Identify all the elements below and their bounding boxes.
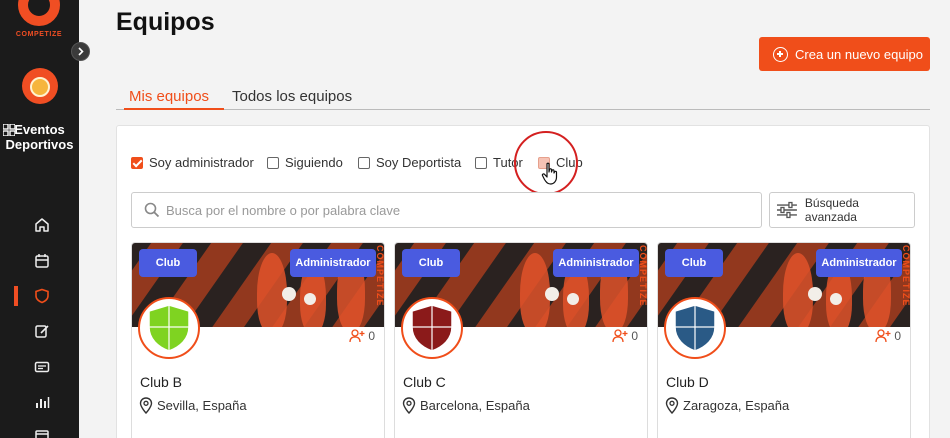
team-location: Barcelona, España: [402, 397, 530, 414]
tab-all-teams[interactable]: Todos los equipos: [232, 88, 352, 105]
location-pin-icon: [665, 397, 679, 414]
medal-icon[interactable]: [22, 68, 58, 104]
team-members-count: 0: [349, 329, 375, 343]
team-members-value: 0: [894, 329, 901, 343]
advanced-search-button[interactable]: Búsqueda avanzada: [769, 192, 915, 228]
team-location: Zaragoza, España: [665, 397, 789, 414]
filter-athlete[interactable]: Soy Deportista: [358, 155, 461, 170]
team-members-count: 0: [875, 329, 901, 343]
plus-circle-icon: [773, 46, 788, 62]
bar-chart-icon[interactable]: [34, 394, 50, 410]
team-crest: [664, 297, 726, 359]
shield-icon[interactable]: [34, 288, 50, 304]
document-icon[interactable]: [34, 430, 50, 438]
team-members-value: 0: [631, 329, 638, 343]
team-location-text: Barcelona, España: [420, 398, 530, 413]
team-card[interactable]: COMPETIZE Club Administrador 0: [657, 242, 911, 438]
search-icon: [144, 202, 160, 218]
active-tab-underline: [124, 108, 224, 110]
search-input[interactable]: Busca por el nombre o por palabra clave: [131, 192, 762, 228]
add-user-icon: [612, 329, 628, 343]
team-members-value: 0: [368, 329, 375, 343]
tabs: Mis equipos Todos los equipos: [116, 88, 930, 110]
create-team-button[interactable]: Crea un nuevo equipo: [759, 37, 930, 71]
team-card[interactable]: COMPETIZE Club Administrador 0: [131, 242, 385, 438]
active-nav-indicator: [14, 286, 18, 306]
events-section-label[interactable]: Eventos Deportivos: [0, 122, 79, 152]
team-name[interactable]: Club D: [666, 374, 709, 390]
page-title: Equipos: [116, 8, 215, 36]
team-location: Sevilla, España: [139, 397, 247, 414]
banner-brand-text: COMPETIZE: [375, 245, 385, 307]
team-role-badge: Administrador: [816, 249, 902, 277]
tab-my-teams[interactable]: Mis equipos: [129, 88, 209, 105]
logo-ring: [18, 0, 60, 26]
filter-following-label: Siguiendo: [285, 155, 343, 170]
location-pin-icon: [402, 397, 416, 414]
hand-cursor-icon: [541, 162, 558, 185]
team-crest: [401, 297, 463, 359]
sidebar: COMPETIZE Eventos Deportivos: [0, 0, 79, 438]
search-placeholder: Busca por el nombre o por palabra clave: [166, 202, 401, 218]
team-members-count: 0: [612, 329, 638, 343]
id-card-icon[interactable]: [34, 359, 50, 375]
logo-text: COMPETIZE: [15, 31, 63, 38]
team-location-text: Sevilla, España: [157, 398, 247, 413]
team-crest: [138, 297, 200, 359]
shield-crest-icon: [674, 304, 716, 352]
sidebar-toggle-button[interactable]: [71, 42, 90, 61]
team-name[interactable]: Club C: [403, 374, 446, 390]
advanced-search-label: Búsqueda avanzada: [804, 196, 859, 224]
filter-tutor-checkbox[interactable]: [475, 156, 487, 169]
filter-admin[interactable]: Soy administrador: [131, 155, 254, 170]
add-user-icon: [349, 329, 365, 343]
home-icon[interactable]: [34, 217, 50, 233]
team-location-text: Zaragoza, España: [683, 398, 790, 413]
create-team-label: Crea un nuevo equipo: [795, 46, 923, 62]
chevron-right-icon: [78, 47, 84, 56]
team-type-badge: Club: [665, 249, 723, 277]
filter-following-checkbox[interactable]: [267, 156, 279, 169]
calendar-icon[interactable]: [34, 253, 50, 269]
shield-crest-icon: [411, 304, 453, 352]
filter-athlete-checkbox[interactable]: [358, 156, 370, 169]
sliders-icon: [776, 201, 797, 219]
add-user-icon: [875, 329, 891, 343]
competize-logo[interactable]: COMPETIZE: [14, 0, 64, 40]
team-role-badge: Administrador: [553, 249, 639, 277]
banner-brand-text: COMPETIZE: [638, 245, 648, 307]
edit-icon[interactable]: [34, 323, 50, 339]
shield-crest-icon: [148, 304, 190, 352]
filter-admin-label: Soy administrador: [149, 155, 254, 170]
team-role-badge: Administrador: [290, 249, 376, 277]
banner-brand-text: COMPETIZE: [901, 245, 911, 307]
filter-following[interactable]: Siguiendo: [267, 155, 343, 170]
location-pin-icon: [139, 397, 153, 414]
team-type-badge: Club: [402, 249, 460, 277]
team-card[interactable]: COMPETIZE Club Administrador 0: [394, 242, 648, 438]
team-name[interactable]: Club B: [140, 374, 182, 390]
filter-athlete-label: Soy Deportista: [376, 155, 462, 170]
filter-admin-checkbox[interactable]: [131, 156, 143, 169]
team-type-badge: Club: [139, 249, 197, 277]
